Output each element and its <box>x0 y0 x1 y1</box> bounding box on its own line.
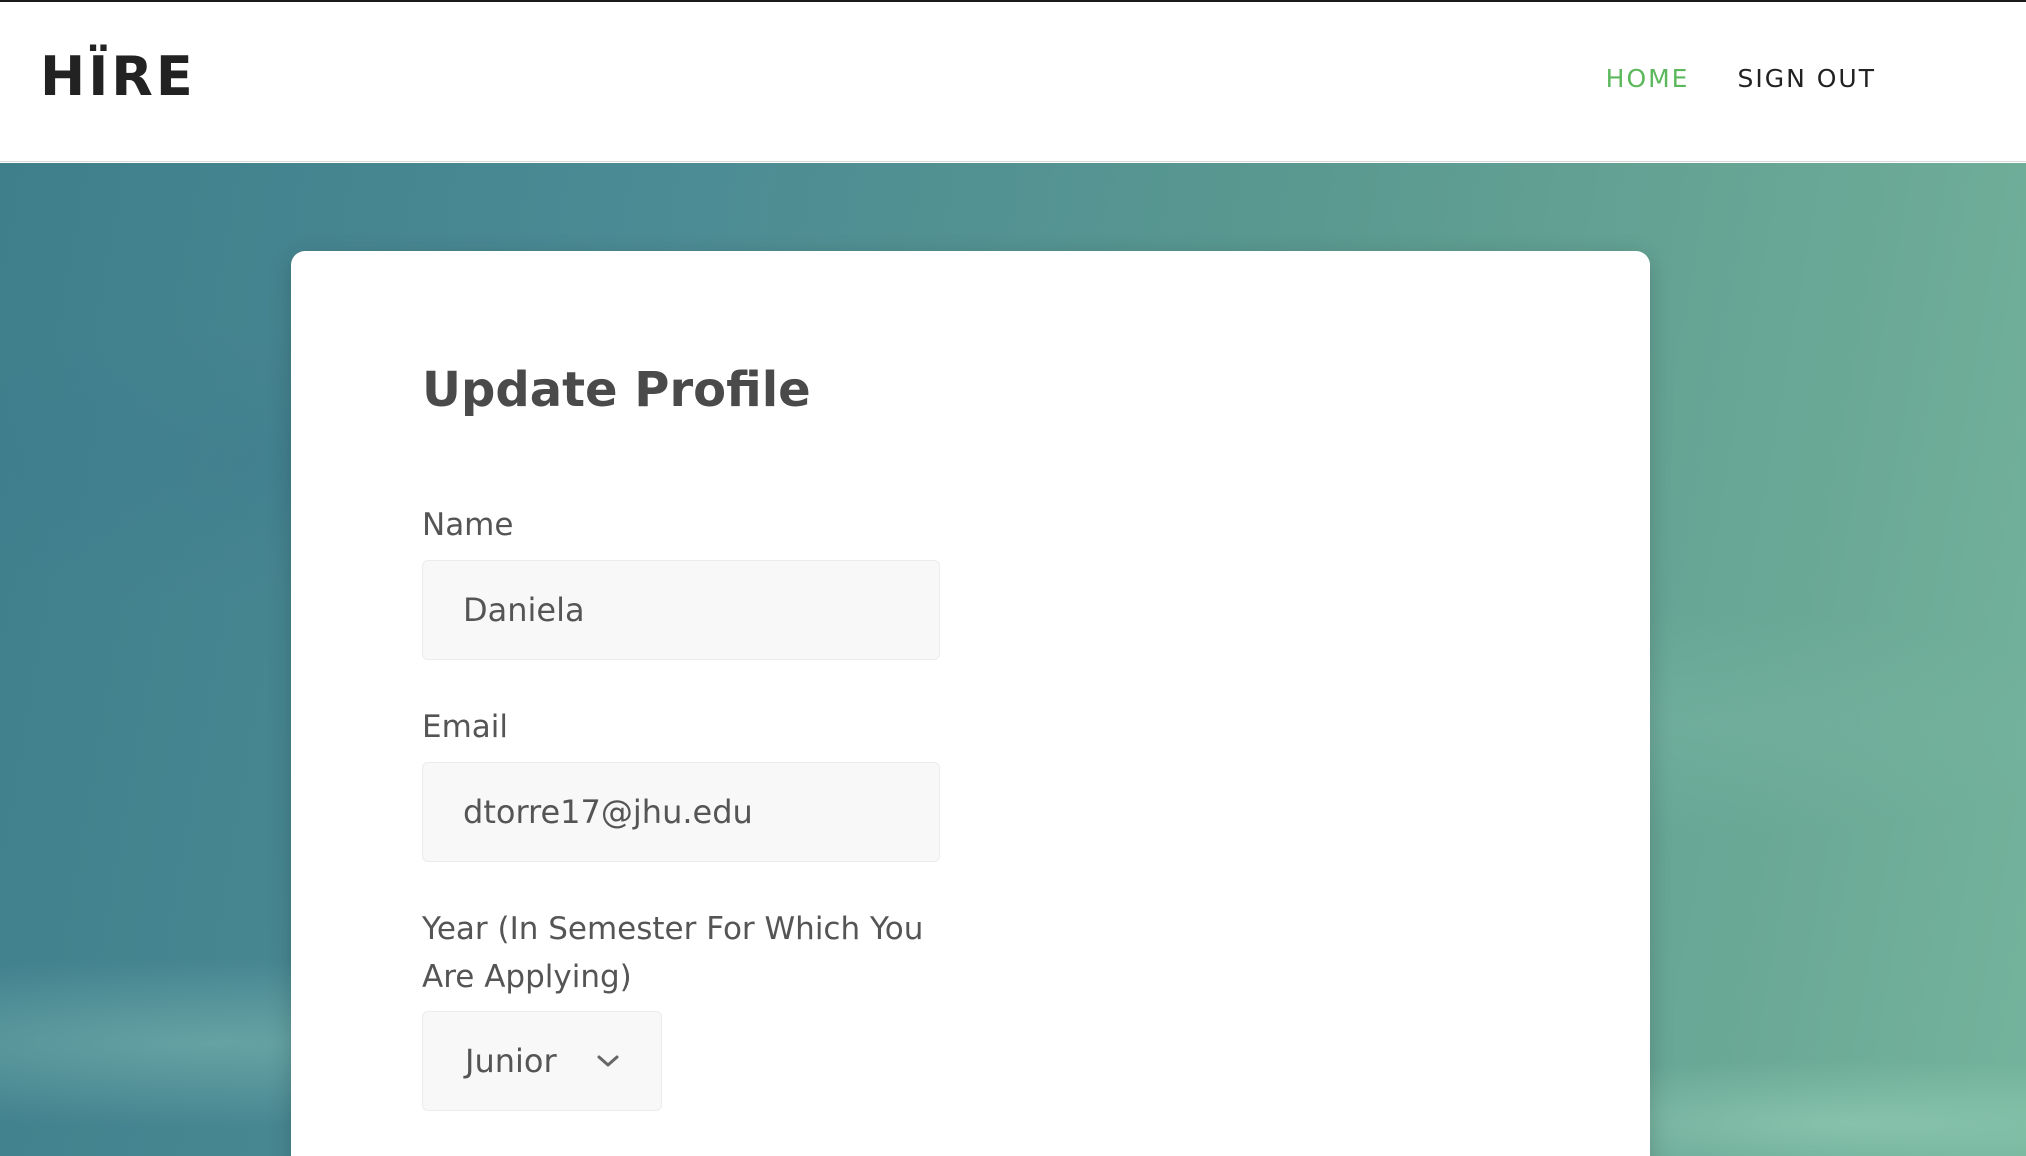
year-select-value: Junior <box>465 1042 557 1080</box>
navbar: HÏRE HOME SIGN OUT <box>0 2 2026 162</box>
year-label: Year (In Semester For Which You Are Appl… <box>422 911 924 996</box>
page-title: Update Profile <box>422 362 811 418</box>
year-select[interactable]: Junior <box>422 1011 662 1111</box>
chevron-down-icon <box>595 1048 621 1074</box>
email-label: Email <box>422 709 509 745</box>
logo[interactable]: HÏRE <box>40 50 196 104</box>
update-profile-card: Update Profile Name Email Year (In Semes… <box>291 251 1650 1156</box>
main-nav: HOME SIGN OUT <box>1606 66 1876 91</box>
email-input[interactable] <box>422 762 940 862</box>
name-label: Name <box>422 507 514 543</box>
page: HÏRE HOME SIGN OUT Update Profile Name E… <box>0 0 2026 1156</box>
nav-home-link[interactable]: HOME <box>1606 66 1690 91</box>
nav-sign-out-link[interactable]: SIGN OUT <box>1737 66 1876 91</box>
name-input[interactable] <box>422 560 940 660</box>
